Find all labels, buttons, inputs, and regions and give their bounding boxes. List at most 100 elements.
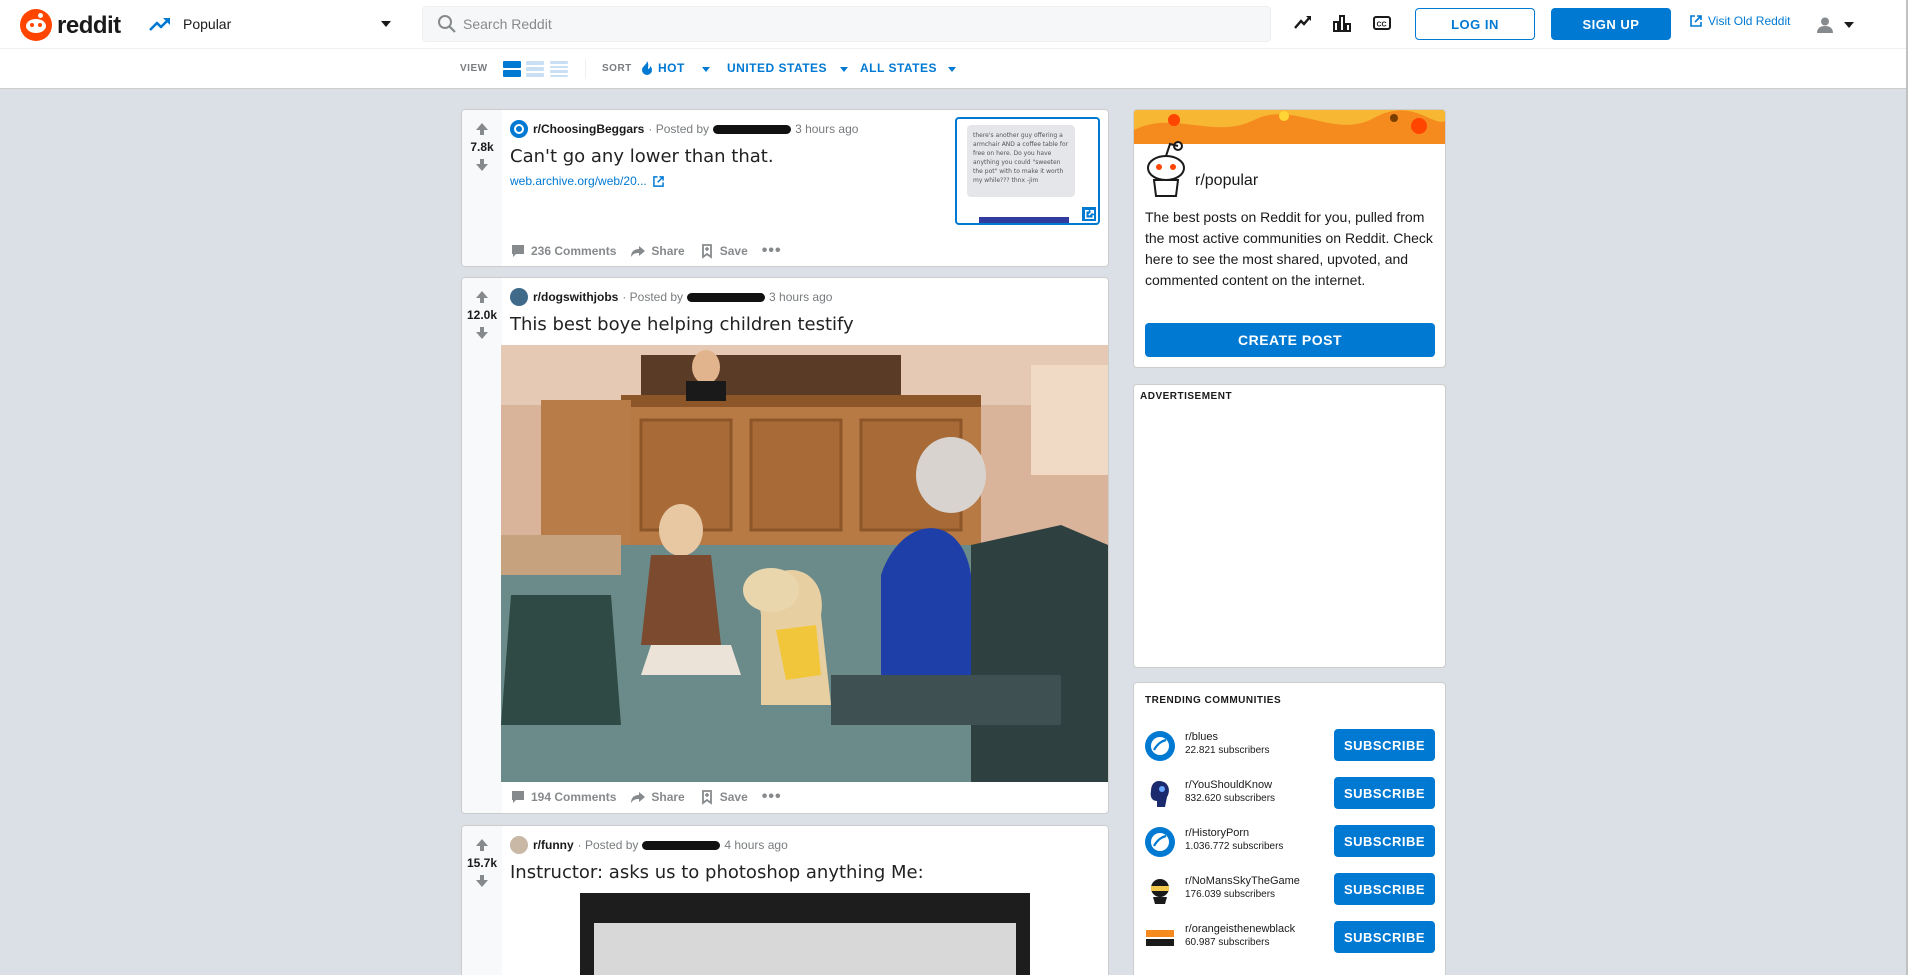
community-icon[interactable] <box>1145 923 1175 953</box>
region-selector[interactable]: UNITED STATES <box>727 61 827 75</box>
captions-icon[interactable]: CC <box>1372 13 1394 35</box>
subreddit-icon[interactable] <box>510 288 528 306</box>
vote-column: 7.8k <box>462 110 502 266</box>
post-meta: r/ChoosingBeggars · Posted by 3 hours ag… <box>510 120 858 138</box>
more-options-icon[interactable]: ••• <box>762 242 782 260</box>
post-meta: r/funny · Posted by 4 hours ago <box>510 836 788 854</box>
subreddit-link[interactable]: r/funny <box>533 838 574 852</box>
community-icon[interactable] <box>1145 875 1175 905</box>
post-image[interactable] <box>501 345 1108 782</box>
share-button[interactable]: Share <box>630 789 685 805</box>
upvote-icon[interactable] <box>473 836 491 854</box>
score: 15.7k <box>466 856 498 870</box>
advertisement-card: ADVERTISEMENT <box>1133 384 1446 668</box>
community-name[interactable]: r/blues <box>1185 731 1218 743</box>
post-image[interactable] <box>580 893 1030 975</box>
bookmark-icon <box>701 790 712 805</box>
community-icon[interactable] <box>1145 827 1175 857</box>
share-button[interactable]: Share <box>630 243 685 259</box>
subscribe-button[interactable]: SUBSCRIBE <box>1334 729 1435 761</box>
reddit-wordmark[interactable]: reddit <box>57 12 121 40</box>
community-name[interactable]: r/NoMansSkyTheGame <box>1185 875 1300 887</box>
external-link-icon <box>652 175 664 187</box>
visit-old-reddit-link[interactable]: Visit Old Reddit <box>1690 14 1790 28</box>
downvote-icon[interactable] <box>473 872 491 890</box>
subscribe-button[interactable]: SUBSCRIBE <box>1334 825 1435 857</box>
redacted-username <box>687 292 766 302</box>
trending-icon <box>149 14 173 34</box>
reddit-logo-icon[interactable] <box>20 9 52 41</box>
search-input[interactable] <box>463 16 1243 32</box>
sort-hot-button[interactable]: HOT <box>641 61 685 75</box>
community-icon[interactable] <box>1145 779 1175 809</box>
post-title[interactable]: This best boye helping children testify <box>510 314 854 335</box>
share-label: Share <box>651 244 685 258</box>
community-subscribers: 176.039 subscribers <box>1185 889 1276 900</box>
comments-button[interactable]: 236 Comments <box>510 243 616 259</box>
posted-by-label: · Posted by <box>577 838 639 852</box>
community-subscribers: 832.620 subscribers <box>1185 793 1276 804</box>
subscribe-button[interactable]: SUBSCRIBE <box>1334 921 1435 953</box>
feed-selector[interactable]: Popular <box>145 8 397 40</box>
community-icon[interactable] <box>1145 731 1175 761</box>
subreddit-link[interactable]: r/ChoosingBeggars <box>533 122 644 136</box>
search-bar[interactable] <box>422 6 1271 42</box>
comment-icon <box>512 245 524 257</box>
post-actions: 194 Comments Share Save ••• <box>510 788 782 806</box>
state-selector[interactable]: ALL STATES <box>860 61 937 75</box>
community-name[interactable]: r/orangeisthenewblack <box>1185 923 1295 935</box>
share-icon <box>631 792 646 803</box>
trending-communities-card: TRENDING COMMUNITIES r/blues 22.821 subs… <box>1133 682 1446 975</box>
upvote-icon[interactable] <box>473 120 491 138</box>
redacted-username <box>642 840 721 850</box>
chevron-down-icon[interactable] <box>702 67 710 72</box>
chevron-down-icon[interactable] <box>948 67 956 72</box>
user-menu[interactable] <box>1816 13 1866 37</box>
downvote-icon[interactable] <box>473 324 491 342</box>
snoo-mascot-icon <box>1147 141 1185 197</box>
post-thumbnail[interactable]: there's another guy offering a armchair … <box>955 117 1100 225</box>
subscribe-button[interactable]: SUBSCRIBE <box>1334 873 1435 905</box>
post-time[interactable]: 4 hours ago <box>724 838 787 852</box>
share-icon <box>631 246 646 257</box>
community-name[interactable]: r/HistoryPorn <box>1185 827 1249 839</box>
popular-info-card: r/popular The best posts on Reddit for y… <box>1133 109 1446 368</box>
post-time[interactable]: 3 hours ago <box>769 290 832 304</box>
post-time[interactable]: 3 hours ago <box>795 122 858 136</box>
create-post-button[interactable]: CREATE POST <box>1145 323 1435 357</box>
state-label: ALL STATES <box>860 61 937 75</box>
card-view-icon[interactable] <box>503 61 521 77</box>
post-external-link[interactable]: web.archive.org/web/20... <box>510 174 664 188</box>
community-name[interactable]: r/YouShouldKnow <box>1185 779 1272 791</box>
community-row: r/orangeisthenewblack 60.987 subscribers… <box>1145 921 1437 957</box>
post-title[interactable]: Can't go any lower than that. <box>510 146 774 167</box>
comments-button[interactable]: 194 Comments <box>510 789 616 805</box>
signup-button[interactable]: SIGN UP <box>1551 8 1671 40</box>
comments-count: 236 Comments <box>531 244 617 258</box>
comments-count: 194 Comments <box>531 790 617 804</box>
popular-description: The best posts on Reddit for you, pulled… <box>1145 209 1433 288</box>
community-subscribers: 1.036.772 subscribers <box>1185 841 1284 852</box>
save-button[interactable]: Save <box>699 789 748 805</box>
user-icon <box>1817 17 1833 33</box>
upvote-icon[interactable] <box>473 288 491 306</box>
downvote-icon[interactable] <box>473 156 491 174</box>
compact-view-icon[interactable] <box>550 61 568 77</box>
chevron-down-icon[interactable] <box>840 67 848 72</box>
subscribe-button[interactable]: SUBSCRIBE <box>1334 777 1435 809</box>
subreddit-link[interactable]: r/dogswithjobs <box>533 290 618 304</box>
flame-icon <box>642 61 652 75</box>
login-button[interactable]: LOG IN <box>1415 8 1535 40</box>
vote-column: 15.7k <box>462 826 502 975</box>
post-title[interactable]: Instructor: asks us to photoshop anythin… <box>510 862 924 883</box>
thumbnail-bar <box>979 217 1069 223</box>
share-label: Share <box>651 790 685 804</box>
popular-trend-icon[interactable] <box>1293 13 1315 35</box>
classic-view-icon[interactable] <box>526 61 544 77</box>
save-button[interactable]: Save <box>699 243 748 259</box>
subreddit-icon[interactable] <box>510 120 528 138</box>
more-options-icon[interactable]: ••• <box>762 788 782 806</box>
feed-label: Popular <box>183 16 232 32</box>
leaderboard-icon[interactable] <box>1332 13 1354 35</box>
subreddit-icon[interactable] <box>510 836 528 854</box>
